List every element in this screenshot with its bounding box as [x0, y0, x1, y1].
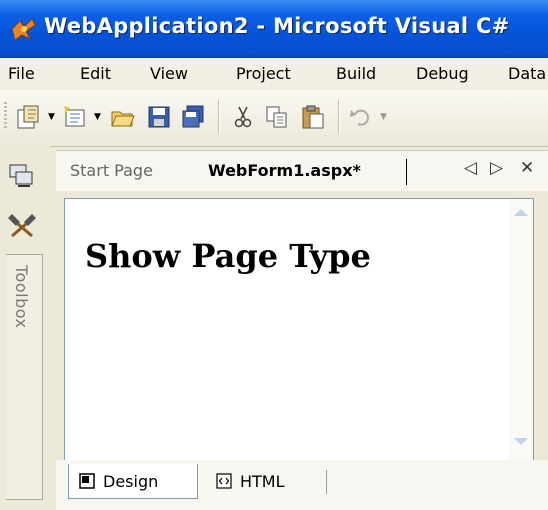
undo-icon — [350, 109, 369, 126]
visual-studio-logo-icon — [11, 18, 36, 41]
new-project-button[interactable] — [14, 103, 44, 131]
standard-toolbar: ▼ ▼ ▼ — [0, 90, 548, 147]
new-project-dropdown[interactable]: ▼ — [48, 112, 55, 122]
save-button[interactable] — [144, 103, 174, 131]
toolbox-tab[interactable]: Toolbox — [6, 254, 43, 500]
html-view-icon — [216, 473, 232, 489]
toolbox-button[interactable] — [6, 210, 42, 240]
toolbar-separator — [338, 100, 340, 134]
undo-button[interactable] — [346, 103, 376, 131]
cut-button[interactable] — [228, 103, 258, 131]
left-dock: Toolbox — [0, 146, 50, 510]
html-tab-label: HTML — [240, 471, 285, 491]
hammer-icon — [8, 214, 36, 238]
paste-icon — [302, 105, 324, 129]
design-view-icon — [79, 473, 95, 489]
paste-button[interactable] — [298, 103, 328, 131]
menu-edit[interactable]: Edit — [80, 64, 111, 83]
menu-bar: File Edit View Project Build Debug Data — [0, 58, 548, 90]
server-explorer-button[interactable] — [6, 162, 42, 192]
document-tab-strip: Start Page WebForm1.aspx* ◁ ▷ ✕ — [56, 150, 548, 191]
close-document-icon[interactable]: ✕ — [520, 158, 534, 178]
view-tab-strip: Design HTML — [56, 460, 548, 510]
toolbar-grip[interactable] — [4, 102, 7, 130]
add-new-item-dropdown[interactable]: ▼ — [94, 112, 101, 122]
tab-start-page[interactable]: Start Page — [70, 161, 153, 180]
new-project-icon — [17, 105, 39, 129]
tab-scroll-right-icon[interactable]: ▷ — [490, 158, 503, 178]
add-new-item-icon — [64, 106, 85, 127]
tab-design[interactable]: Design — [68, 464, 198, 499]
scroll-down-icon[interactable] — [514, 438, 528, 445]
menu-build[interactable]: Build — [336, 64, 376, 83]
menu-data[interactable]: Data — [508, 64, 546, 83]
tab-html[interactable]: HTML — [206, 464, 316, 498]
server-explorer-icon — [9, 164, 33, 187]
design-tab-label: Design — [103, 471, 159, 491]
page-heading[interactable]: Show Page Type — [85, 237, 371, 275]
toolbar-separator — [218, 100, 220, 134]
copy-button[interactable] — [262, 103, 292, 131]
menu-file[interactable]: File — [8, 64, 35, 83]
menu-debug[interactable]: Debug — [416, 64, 469, 83]
title-bar[interactable]: WebApplication2 - Microsoft Visual C# — [0, 0, 548, 58]
design-surface[interactable]: Show Page Type — [64, 198, 534, 462]
menu-project[interactable]: Project — [236, 64, 291, 83]
vertical-scrollbar[interactable] — [509, 199, 533, 461]
open-file-button[interactable] — [108, 103, 138, 131]
copy-icon — [266, 106, 287, 128]
undo-dropdown[interactable]: ▼ — [380, 112, 387, 122]
menu-view[interactable]: View — [150, 64, 188, 83]
open-file-icon — [111, 111, 135, 127]
window-title: WebApplication2 - Microsoft Visual C# — [44, 14, 510, 38]
scroll-up-icon[interactable] — [514, 209, 528, 216]
tab-scroll-left-icon[interactable]: ◁ — [464, 158, 477, 178]
tab-text-cursor — [406, 159, 407, 185]
toolbox-label: Toolbox — [12, 265, 31, 329]
save-all-button[interactable] — [178, 103, 208, 131]
save-icon — [148, 106, 170, 128]
add-new-item-button[interactable] — [60, 103, 90, 131]
save-all-icon — [182, 105, 204, 128]
tab-webform1-aspx[interactable]: WebForm1.aspx* — [208, 161, 361, 180]
cut-icon — [234, 106, 252, 128]
view-tab-separator — [326, 470, 327, 494]
